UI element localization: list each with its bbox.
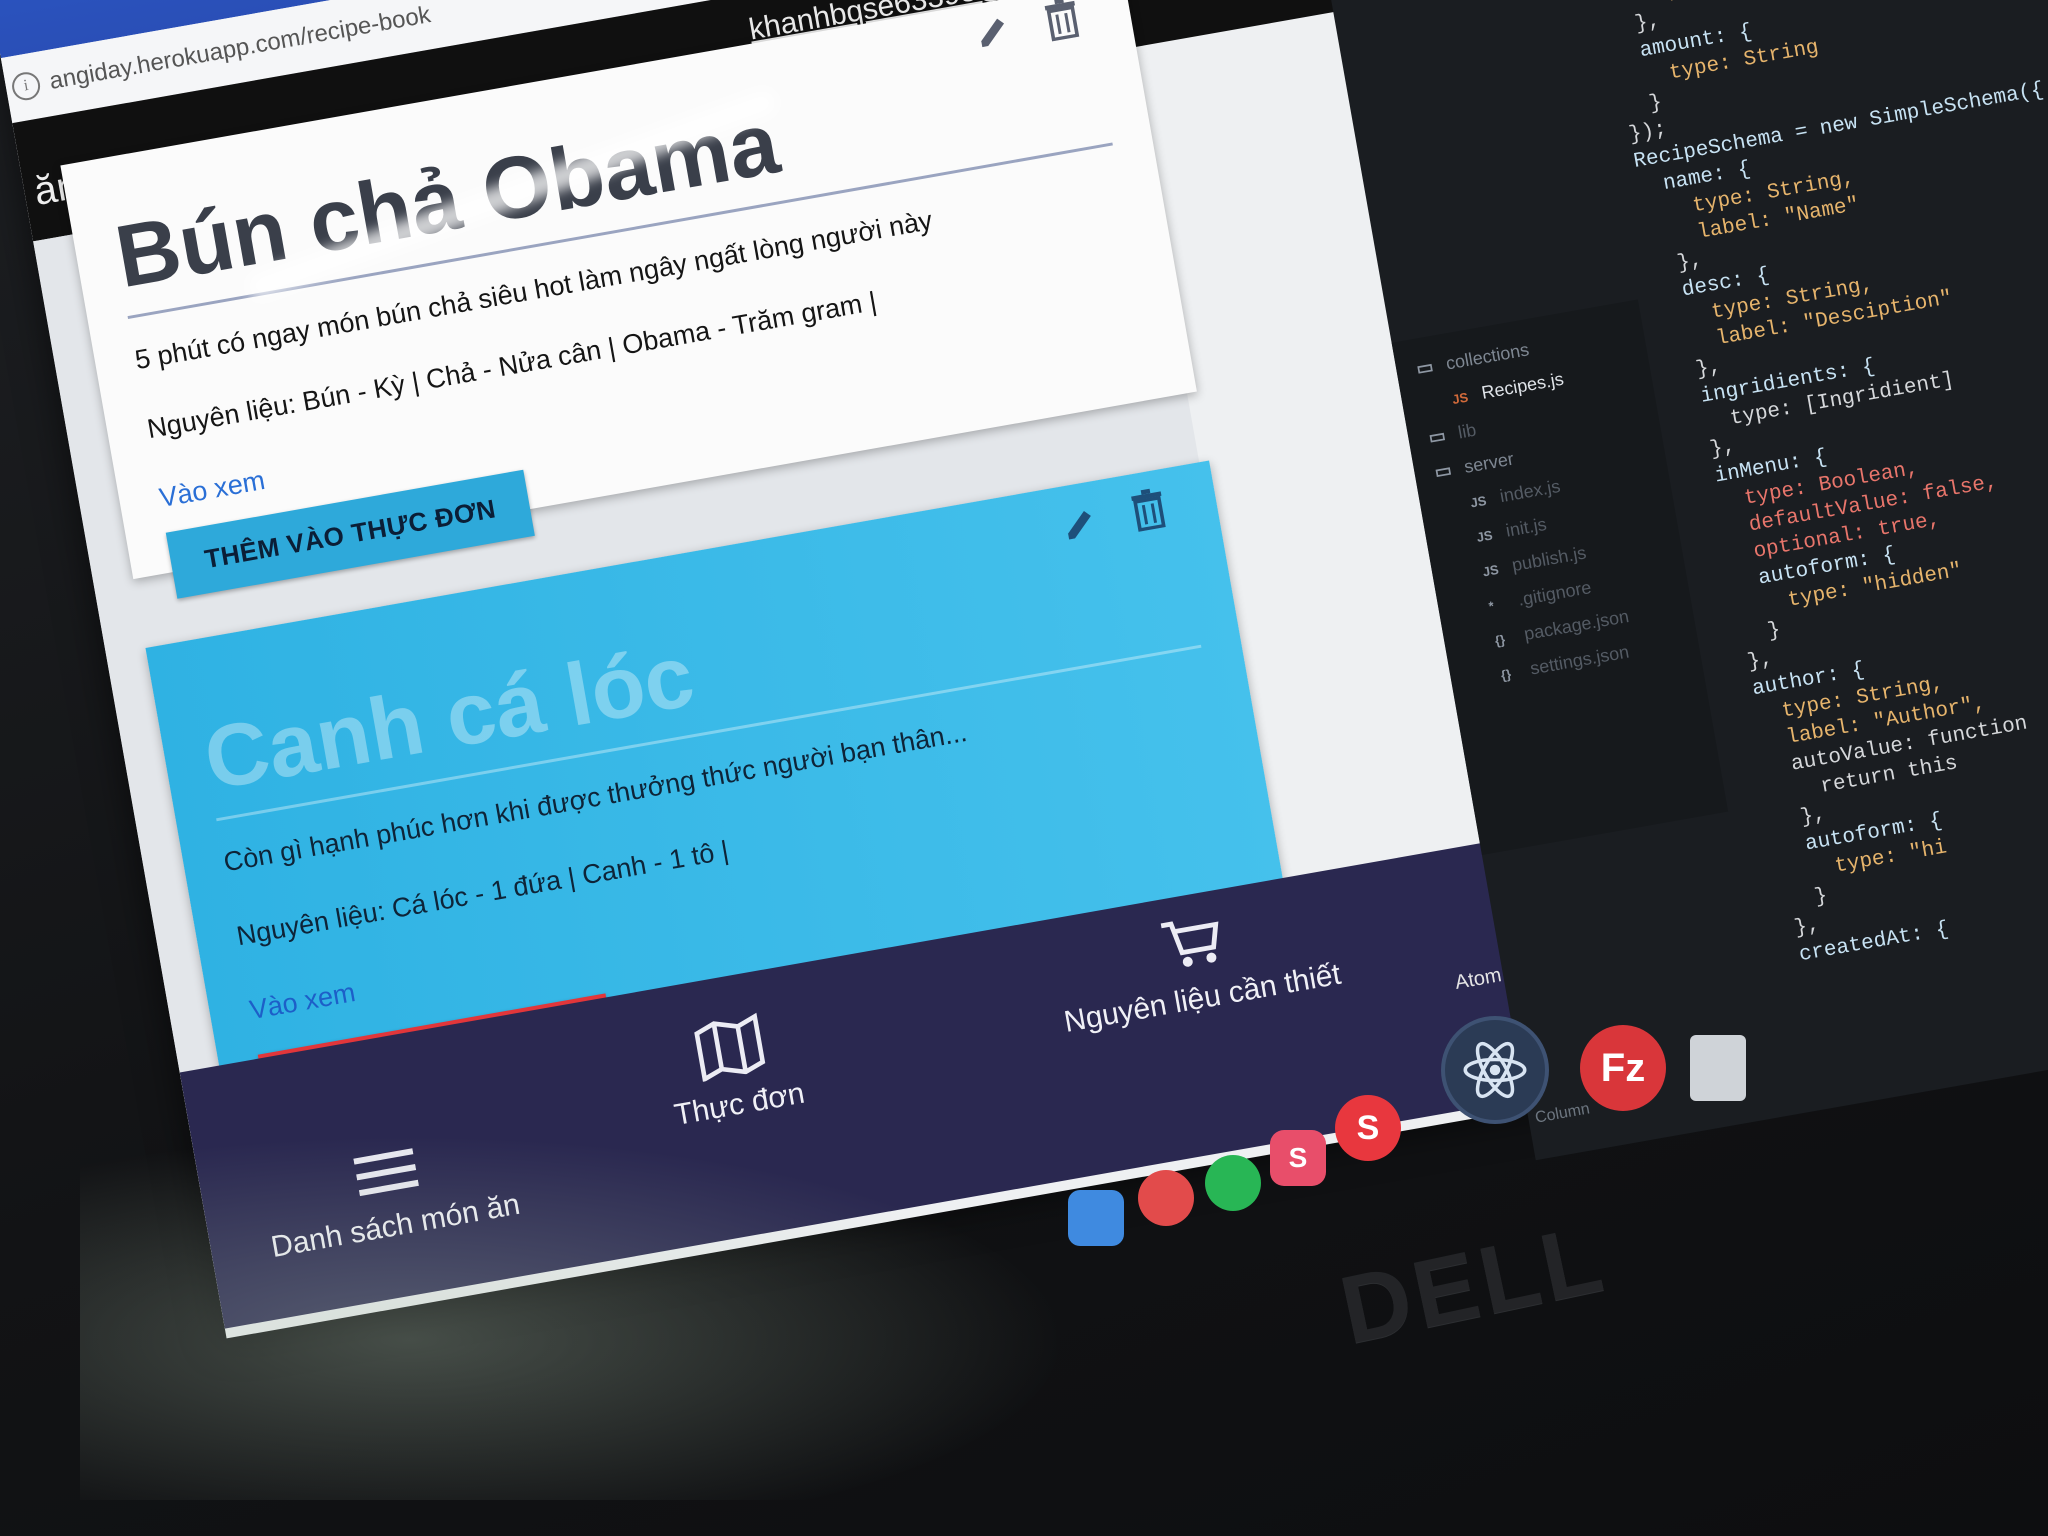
js-file-icon: JS (1469, 492, 1488, 511)
trash-icon[interactable] (1041, 0, 1084, 42)
shopping-cart-icon (1160, 921, 1219, 967)
site-info-icon[interactable]: i (9, 69, 43, 103)
code-line: }, (1767, 913, 1822, 945)
tree-folder-server[interactable]: ▭ server (1433, 449, 1515, 484)
code-line: }, (1721, 647, 1775, 680)
code-line: RecipeSchema = new SimpleSchema({ (1631, 78, 2046, 174)
code-line: type: String (1604, 0, 1807, 14)
nav-label: Nguyên liệu cần thiết (1061, 957, 1344, 1039)
js-file-icon: JS (1475, 527, 1494, 545)
nav-label: Thực đơn (671, 1076, 808, 1132)
document-icon[interactable] (1690, 1035, 1746, 1101)
js-file-icon: JS (1451, 389, 1470, 408)
nav-label: Danh sách món ăn (268, 1187, 523, 1264)
edit-icon[interactable] (972, 9, 1014, 55)
code-line: }); (1627, 118, 1669, 148)
edit-icon[interactable] (1059, 501, 1101, 547)
folder-icon: ▭ (1433, 459, 1454, 483)
nav-recipe-list[interactable]: Danh sách món ăn (258, 1127, 523, 1265)
filezilla-icon[interactable]: Fz (1580, 1025, 1666, 1111)
list-icon (353, 1148, 419, 1197)
json-file-icon: {} (1493, 631, 1507, 649)
wallet-app-icon[interactable] (1068, 1190, 1124, 1246)
nav-menu[interactable]: Thực đơn (659, 1006, 807, 1133)
trash-icon[interactable] (1127, 485, 1170, 533)
tree-file-gitignore[interactable]: * .gitignore (1487, 577, 1593, 616)
code-line: }, (1683, 434, 1738, 467)
tree-file-index-js[interactable]: JS index.js (1469, 476, 1562, 512)
slack-icon[interactable]: S (1270, 1130, 1326, 1186)
code-line: }, (1650, 248, 1705, 281)
code-line: }, (1669, 355, 1724, 387)
view-recipe-link[interactable]: Vào xem (247, 977, 357, 1026)
nav-ingredients[interactable]: Nguyên liệu cần thiết (1050, 891, 1344, 1040)
atom-icon[interactable] (1445, 1020, 1545, 1120)
json-file-icon: {} (1499, 666, 1513, 683)
tree-file-recipes-js[interactable]: JS Recipes.js (1450, 369, 1565, 409)
browser-app-icon[interactable] (1138, 1170, 1194, 1226)
git-file-icon: * (1487, 598, 1496, 614)
spotify-icon[interactable] (1205, 1155, 1261, 1211)
tree-file-init-js[interactable]: JS init.js (1475, 514, 1549, 547)
tree-folder-collections[interactable]: ▭ collections (1415, 339, 1531, 379)
s-app-icon[interactable]: S (1335, 1095, 1401, 1161)
map-icon (693, 1012, 765, 1083)
code-line: } (1622, 91, 1664, 121)
tree-folder-lib[interactable]: ▭ lib (1427, 420, 1478, 449)
code-line: }, (1608, 9, 1663, 41)
tree-file-publish-js[interactable]: JS publish.js (1481, 542, 1588, 581)
js-file-icon: JS (1481, 561, 1500, 580)
tree-file-settings-json[interactable]: {} settings.json (1499, 642, 1631, 685)
folder-icon: ▭ (1414, 356, 1436, 379)
view-recipe-link[interactable]: Vào xem (157, 465, 267, 514)
folder-icon: ▭ (1426, 425, 1448, 448)
